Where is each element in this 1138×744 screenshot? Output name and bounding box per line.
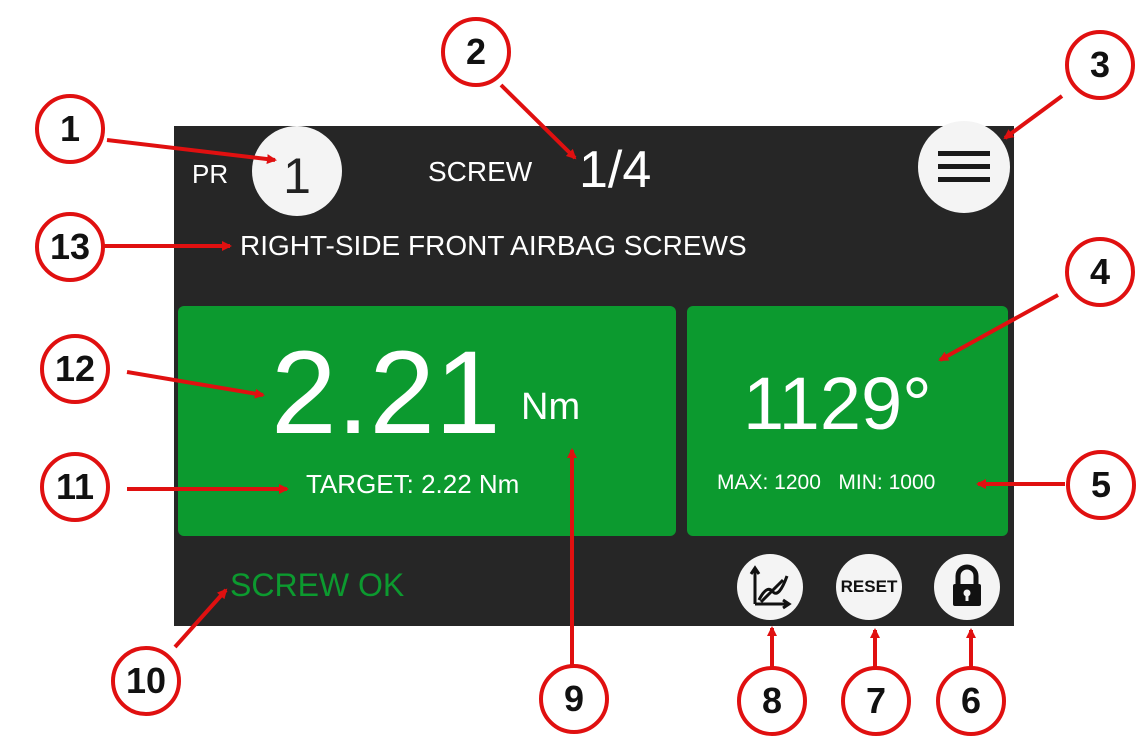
callout-arrows (101, 83, 1065, 670)
callout-7: 7 (841, 666, 911, 736)
callout-11: 11 (40, 452, 110, 522)
callout-1: 1 (35, 94, 105, 164)
callout-3: 3 (1065, 30, 1135, 100)
callout-5: 5 (1066, 450, 1136, 520)
callout-9: 9 (539, 664, 609, 734)
callout-13: 13 (35, 212, 105, 282)
callout-6: 6 (936, 666, 1006, 736)
callout-12: 12 (40, 334, 110, 404)
callout-10: 10 (111, 646, 181, 716)
callout-2: 2 (441, 17, 511, 87)
callout-8: 8 (737, 666, 807, 736)
callout-4: 4 (1065, 237, 1135, 307)
